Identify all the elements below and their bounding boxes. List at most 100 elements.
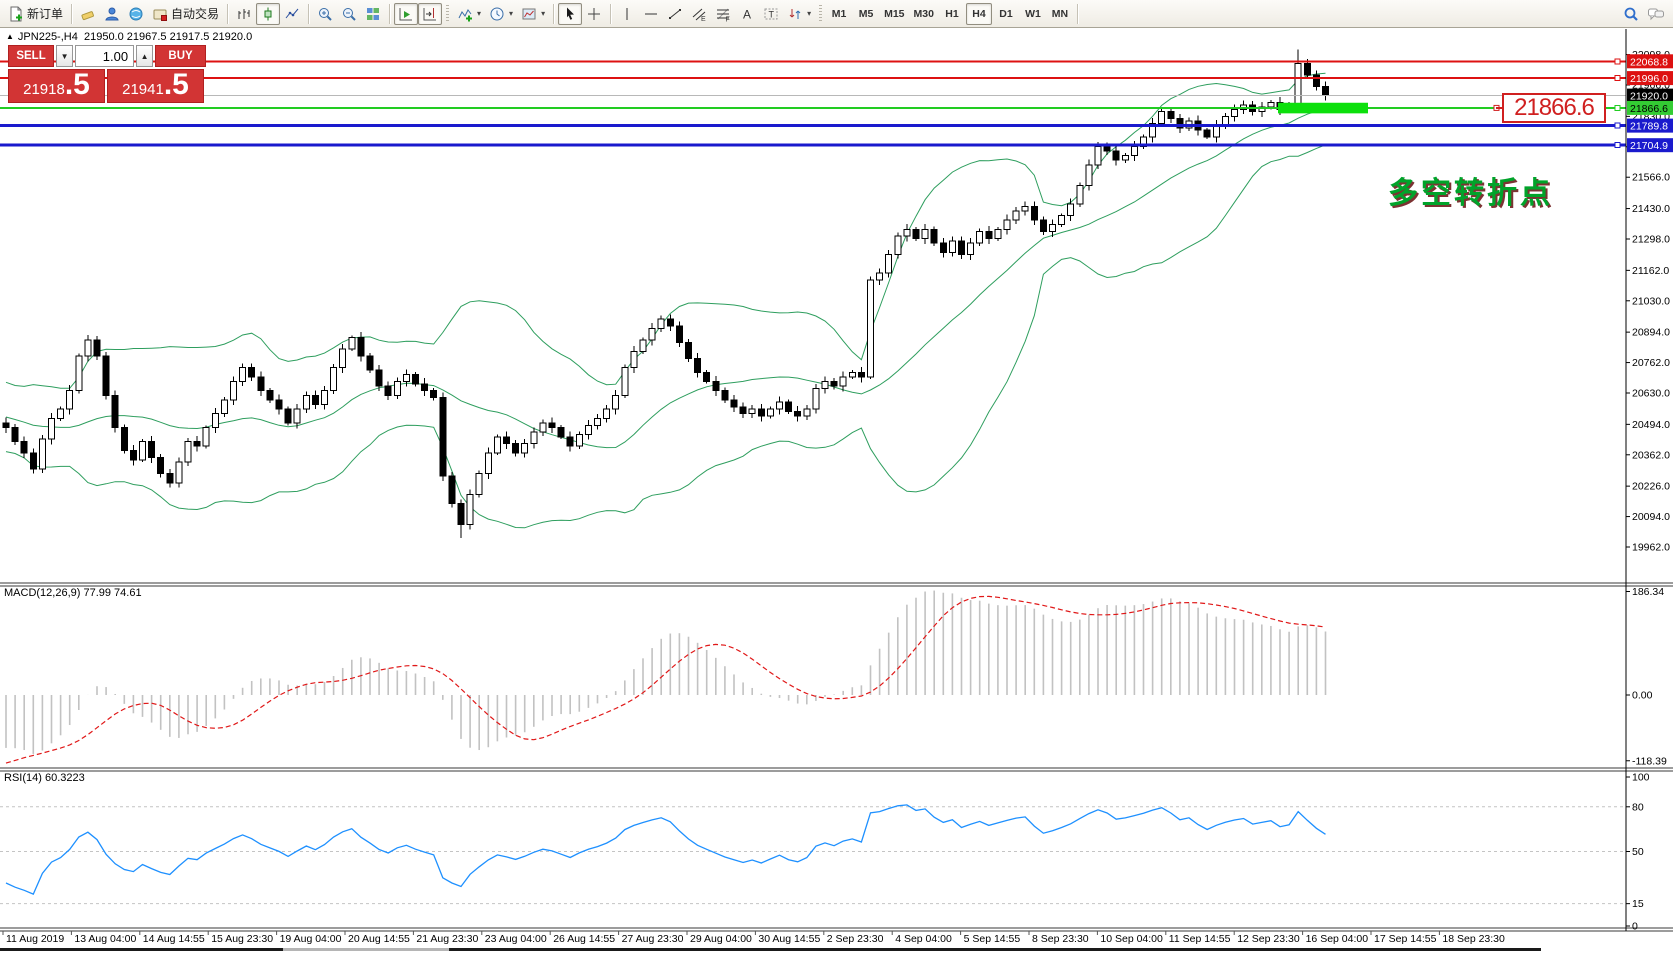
timeframe-H4[interactable]: H4 — [966, 3, 992, 25]
profile-button[interactable] — [100, 3, 124, 25]
trendline-icon — [667, 6, 683, 22]
timeframe-D1[interactable]: D1 — [993, 3, 1019, 25]
timeframe-M1[interactable]: M1 — [826, 3, 852, 25]
signal-orb-icon — [128, 6, 144, 22]
chart-canvas[interactable]: 22098.021966.021830.021698.021566.021430… — [0, 0, 1673, 954]
bottom-scrollbar[interactable] — [0, 948, 1541, 951]
price-tick-label: 20494.0 — [1632, 419, 1670, 431]
autotrade-button[interactable]: 自动交易 — [148, 3, 223, 25]
collapse-icon[interactable]: ▲ — [6, 32, 14, 41]
horizontal-line-object[interactable] — [0, 76, 1626, 81]
chart-shift-button[interactable] — [418, 3, 442, 25]
horizontal-line-object[interactable] — [0, 143, 1626, 148]
cursor-button[interactable] — [558, 3, 582, 25]
candlesticks — [3, 50, 1329, 539]
candle-body — [877, 273, 883, 280]
trendline-button[interactable] — [663, 3, 687, 25]
separator — [1077, 4, 1078, 24]
candle-body — [367, 356, 373, 370]
dropdown-arrow-icon: ▾ — [509, 9, 513, 18]
horizontal-line-object[interactable] — [0, 123, 1626, 128]
search-button[interactable] — [1619, 3, 1643, 25]
crosshair-button[interactable] — [582, 3, 606, 25]
candle-body — [1268, 103, 1274, 108]
bar-chart-button[interactable] — [232, 3, 256, 25]
zoom-in-button[interactable] — [313, 3, 337, 25]
candle — [58, 407, 64, 421]
candle-body — [21, 441, 27, 453]
candle-body — [331, 368, 337, 391]
chat-button[interactable] — [1643, 3, 1669, 25]
candle-body — [576, 434, 582, 446]
candle-body — [977, 232, 983, 244]
candle-body — [986, 232, 992, 239]
horizontal-line-button[interactable] — [639, 3, 663, 25]
volume-increase-button[interactable]: ▲ — [136, 45, 153, 67]
timeframe-W1[interactable]: W1 — [1020, 3, 1046, 25]
templates-button[interactable]: ▾ — [517, 3, 549, 25]
timeframe-M5[interactable]: M5 — [853, 3, 879, 25]
dropdown-arrow-icon: ▾ — [541, 9, 545, 18]
timeframe-H1[interactable]: H1 — [939, 3, 965, 25]
candle — [85, 335, 91, 362]
arrows-button[interactable]: ▾ — [783, 3, 815, 25]
candle — [504, 431, 510, 449]
time-tick-label: 19 Aug 04:00 — [280, 933, 342, 945]
green-rectangle-object[interactable] — [1278, 103, 1368, 114]
timeframe-M30[interactable]: M30 — [910, 3, 938, 25]
scrollbar-thumb[interactable] — [283, 948, 449, 951]
profile-icon — [104, 6, 120, 22]
candle-body — [1113, 151, 1119, 160]
candle-body — [94, 340, 100, 356]
volume-input[interactable] — [75, 45, 134, 67]
candle-body — [130, 451, 136, 460]
sell-button[interactable]: SELL — [8, 45, 54, 67]
signals-button[interactable] — [124, 3, 148, 25]
turning-point-annotation[interactable]: 多空转折点 — [1388, 168, 1553, 212]
price-callout-box[interactable]: 21866.6 — [1502, 93, 1606, 123]
label-button[interactable]: T — [759, 3, 783, 25]
line-anchor-handle[interactable] — [1615, 59, 1620, 64]
candle-body — [440, 398, 446, 476]
horizontal-line-object[interactable] — [0, 105, 1626, 110]
candle — [240, 363, 246, 385]
candle — [458, 499, 464, 538]
sell-price-display[interactable]: 21918.5 — [8, 69, 105, 103]
candle — [494, 435, 500, 455]
candlestick-chart-button[interactable] — [256, 3, 280, 25]
candle-body — [676, 326, 682, 342]
autoscroll-button[interactable] — [394, 3, 418, 25]
candle-body — [258, 377, 264, 391]
timeframe-M15[interactable]: M15 — [880, 3, 908, 25]
line-anchor-handle[interactable] — [1615, 105, 1620, 110]
buy-button[interactable]: BUY — [155, 45, 206, 67]
line-anchor-handle[interactable] — [1615, 143, 1620, 148]
line-anchor-handle[interactable] — [1615, 76, 1620, 81]
indicators-button[interactable]: ▾ — [453, 3, 485, 25]
toolbar-grip — [819, 5, 822, 23]
toolbar: 新订单 自动交易 ▾ ▾ ▾ E F A T ▾ — [0, 0, 1673, 28]
periods-button[interactable]: ▾ — [485, 3, 517, 25]
candle-body — [167, 474, 173, 483]
buy-price-display[interactable]: 21941.5 — [107, 69, 204, 103]
tile-windows-button[interactable] — [361, 3, 385, 25]
vertical-line-button[interactable] — [615, 3, 639, 25]
candlestick-icon — [260, 6, 276, 22]
chart-ohlc-values: 21950.0 21967.5 21917.5 21920.0 — [84, 31, 252, 43]
text-button[interactable]: A — [735, 3, 759, 25]
volume-decrease-button[interactable]: ▼ — [56, 45, 73, 67]
candle-body — [121, 428, 127, 451]
candle-body — [595, 418, 601, 425]
timeframe-MN[interactable]: MN — [1047, 3, 1073, 25]
eraser-button[interactable] — [76, 3, 100, 25]
fibonacci-button[interactable]: F — [711, 3, 735, 25]
candle-body — [267, 391, 273, 400]
new-order-button[interactable]: 新订单 — [4, 3, 67, 25]
candle — [340, 344, 346, 373]
channel-button[interactable]: E — [687, 3, 711, 25]
line-anchor-handle[interactable] — [1615, 123, 1620, 128]
zoom-out-button[interactable] — [337, 3, 361, 25]
horizontal-line-object[interactable] — [0, 59, 1626, 64]
line-chart-button[interactable] — [280, 3, 304, 25]
candle — [858, 367, 864, 382]
